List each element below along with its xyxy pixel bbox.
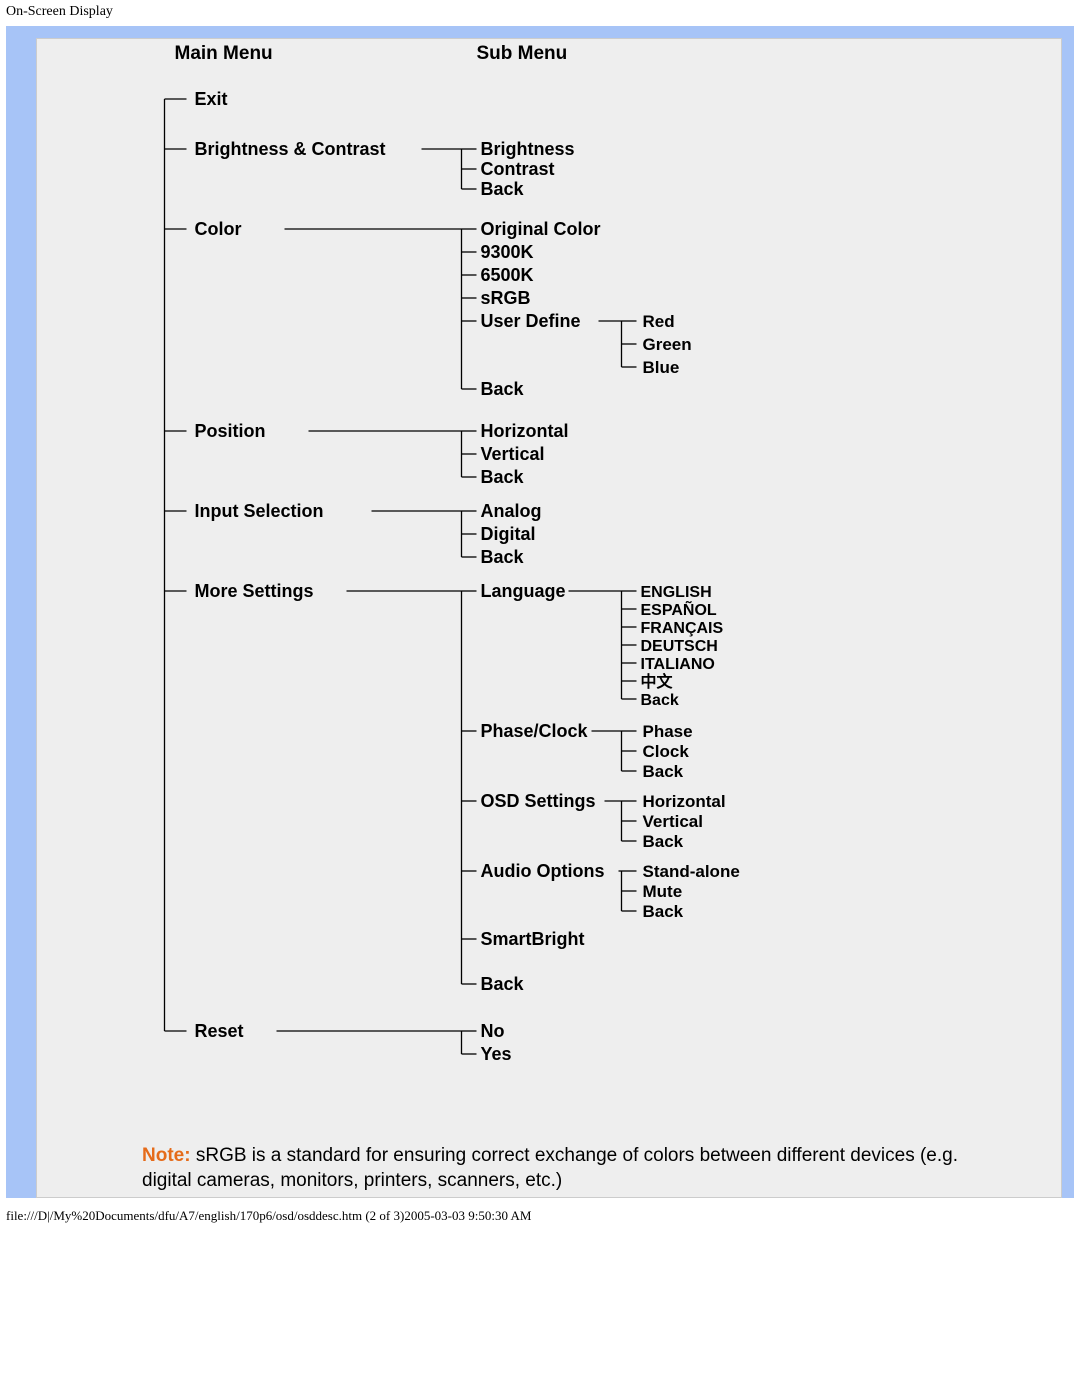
main-exit: Exit: [195, 89, 228, 109]
sub-analog: Analog: [481, 501, 542, 521]
sub-6500k: 6500K: [481, 265, 534, 285]
pc-clock: Clock: [643, 742, 690, 761]
sub-contrast: Contrast: [481, 159, 555, 179]
menu-tree-diagram: Main Menu Sub Menu Exit Brightness & Con…: [37, 39, 1061, 1099]
sub-language: Language: [481, 581, 566, 601]
main-more-settings: More Settings: [195, 581, 314, 601]
note-label: Note:: [142, 1145, 191, 1166]
audio-standalone: Stand-alone: [643, 862, 740, 881]
sub-brightness: Brightness: [481, 139, 575, 159]
sub-more-back: Back: [481, 974, 525, 994]
reset-yes: Yes: [481, 1044, 512, 1064]
audio-mute: Mute: [643, 882, 683, 901]
main-color: Color: [195, 219, 242, 239]
pc-phase: Phase: [643, 722, 693, 741]
main-menu-header: Main Menu: [175, 43, 273, 64]
sub-smartbright: SmartBright: [481, 929, 585, 949]
osd-back: Back: [643, 832, 684, 851]
sub-digital: Digital: [481, 524, 536, 544]
lang-francais: FRANÇAIS: [641, 620, 724, 637]
osd-vertical: Vertical: [643, 812, 704, 831]
sub-osd-settings: OSD Settings: [481, 791, 596, 811]
sub-bc-back: Back: [481, 179, 525, 199]
sub-pos-back: Back: [481, 467, 525, 487]
sub-user-define: User Define: [481, 311, 581, 331]
note-block: Note: sRGB is a standard for ensuring co…: [142, 1144, 1012, 1193]
sub-9300k: 9300K: [481, 242, 534, 262]
sub-phase-clock: Phase/Clock: [481, 721, 589, 741]
sub-pos-horizontal: Horizontal: [481, 421, 569, 441]
main-brightness-contrast: Brightness & Contrast: [195, 139, 386, 159]
page-footer: file:///D|/My%20Documents/dfu/A7/english…: [0, 1198, 1080, 1228]
lang-chinese: 中文: [641, 672, 674, 691]
osd-horizontal: Horizontal: [643, 792, 726, 811]
sub-srgb: sRGB: [481, 288, 531, 308]
main-input-selection: Input Selection: [195, 501, 324, 521]
lang-english: ENGLISH: [641, 584, 712, 601]
sub-green: Green: [643, 335, 692, 354]
lang-back: Back: [641, 692, 679, 709]
note-text: sRGB is a standard for ensuring correct …: [142, 1145, 958, 1191]
page-header: On-Screen Display: [0, 0, 1080, 26]
pc-back: Back: [643, 762, 684, 781]
lang-espanol: ESPAÑOL: [641, 599, 717, 619]
main-position: Position: [195, 421, 266, 441]
outer-frame: Main Menu Sub Menu Exit Brightness & Con…: [6, 26, 1074, 1198]
sub-input-back: Back: [481, 547, 525, 567]
reset-no: No: [481, 1021, 505, 1041]
sub-menu-header: Sub Menu: [477, 43, 568, 64]
audio-back: Back: [643, 902, 684, 921]
lang-italiano: ITALIANO: [641, 656, 715, 673]
sub-pos-vertical: Vertical: [481, 444, 545, 464]
main-reset: Reset: [195, 1021, 244, 1041]
content-panel: Main Menu Sub Menu Exit Brightness & Con…: [36, 38, 1062, 1198]
lang-deutsch: DEUTSCH: [641, 638, 718, 655]
sub-red: Red: [643, 312, 675, 331]
sub-blue: Blue: [643, 358, 680, 377]
sub-color-back: Back: [481, 379, 525, 399]
sub-audio-options: Audio Options: [481, 861, 605, 881]
sub-original-color: Original Color: [481, 219, 601, 239]
